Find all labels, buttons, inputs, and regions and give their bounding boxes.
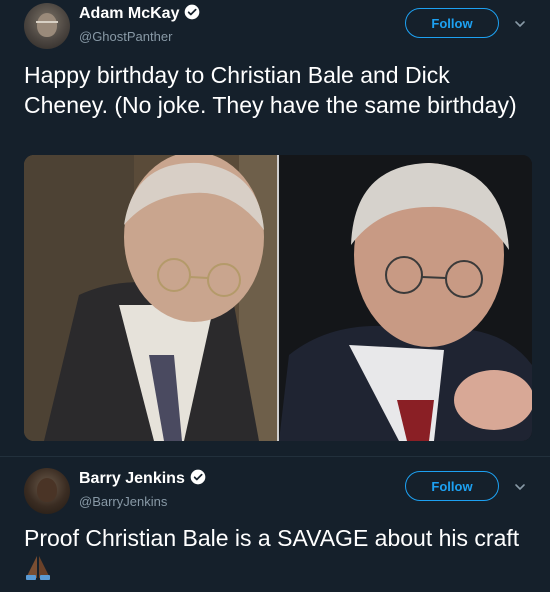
chevron-down-icon[interactable] bbox=[514, 18, 526, 30]
avatar[interactable] bbox=[24, 468, 70, 514]
tweet-media[interactable] bbox=[24, 155, 532, 441]
author-name-label: Adam McKay bbox=[79, 5, 180, 22]
folded-hands-icon bbox=[26, 556, 50, 580]
tweet-text: Happy birthday to Christian Bale and Dic… bbox=[24, 62, 517, 118]
photo-dick-cheney[interactable] bbox=[279, 155, 532, 441]
follow-button[interactable]: Follow bbox=[405, 8, 499, 38]
follow-button[interactable]: Follow bbox=[405, 471, 499, 501]
author-name[interactable]: Adam McKay bbox=[79, 4, 200, 23]
verified-badge-icon bbox=[190, 469, 206, 485]
photo-christian-bale[interactable] bbox=[24, 155, 277, 441]
chevron-down-icon[interactable] bbox=[514, 481, 526, 493]
author-handle[interactable]: @GhostPanther bbox=[79, 29, 172, 44]
tweet-text-container: Proof Christian Bale is a SAVAGE about h… bbox=[24, 523, 524, 583]
avatar[interactable] bbox=[24, 3, 70, 49]
photo-left-illustration bbox=[24, 155, 277, 441]
tweet: Adam McKay @GhostPanther Follow Happy bi… bbox=[0, 0, 550, 456]
avatar-glasses bbox=[36, 21, 58, 28]
tweet: Barry Jenkins @BarryJenkins Follow Proof… bbox=[0, 456, 550, 592]
verified-badge-icon bbox=[185, 4, 200, 20]
author-handle[interactable]: @BarryJenkins bbox=[79, 494, 167, 509]
author-name-label: Barry Jenkins bbox=[79, 470, 185, 487]
tweet-text: Proof Christian Bale is a SAVAGE about h… bbox=[24, 525, 520, 551]
avatar-face bbox=[37, 478, 57, 502]
photo-right-illustration bbox=[279, 155, 532, 441]
author-name[interactable]: Barry Jenkins bbox=[79, 469, 206, 488]
